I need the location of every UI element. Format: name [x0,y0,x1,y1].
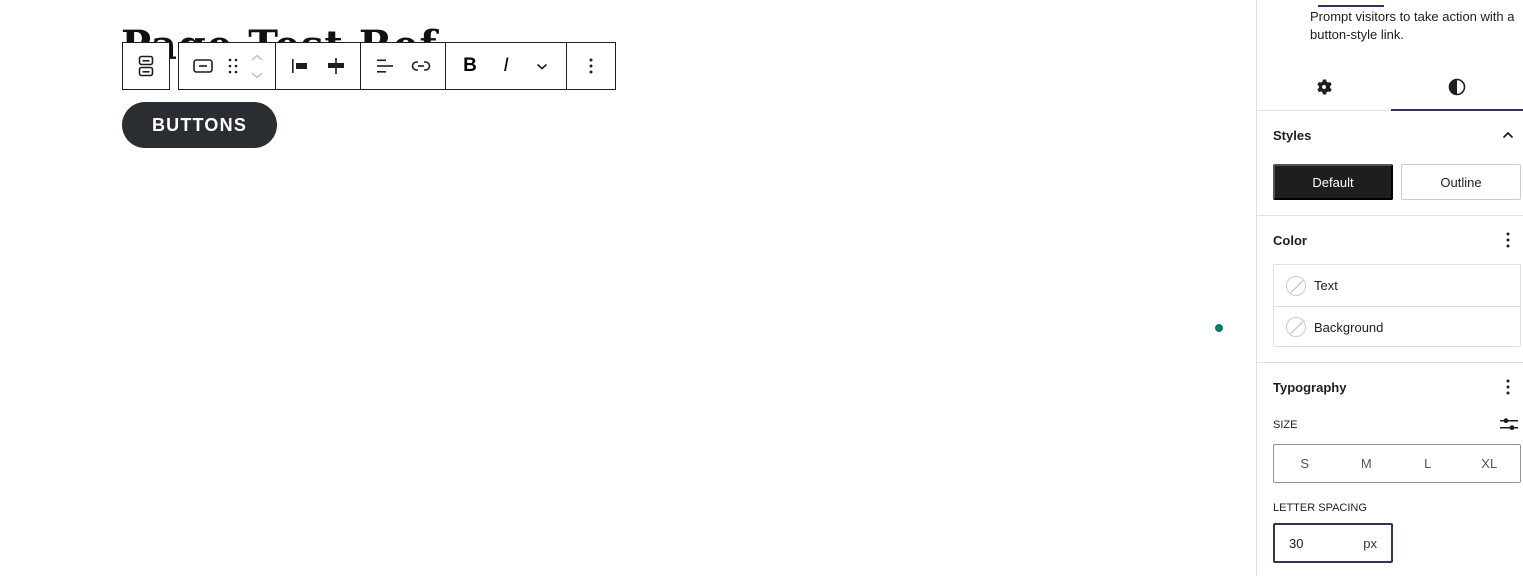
color-panel-title: Color [1273,233,1307,248]
typography-panel: Typography SIZE S M L XL LETTER SPACING … [1257,363,1523,576]
letter-spacing-input[interactable] [1289,535,1364,551]
chevron-down-icon [536,63,548,70]
move-down-button[interactable] [245,67,269,83]
color-item-label: Text [1314,278,1338,293]
styles-panel: Styles Default Outline [1257,111,1523,216]
size-option-xl[interactable]: XL [1459,445,1521,482]
block-description: Prompt visitors to take action with a bu… [1310,9,1515,42]
block-inspector-sidebar: Prompt visitors to take action with a bu… [1256,0,1523,576]
custom-size-toggle[interactable] [1500,416,1518,432]
tab-styles[interactable] [1390,64,1523,111]
block-movers [245,48,269,84]
color-item-label: Background [1314,319,1384,335]
block-options-button[interactable] [573,48,609,84]
move-up-button[interactable] [245,49,269,65]
tab-settings[interactable] [1257,64,1391,110]
inspector-tabs [1257,64,1523,111]
letter-spacing-field: px [1273,523,1393,563]
italic-icon: I [503,55,509,76]
collapse-styles-button[interactable] [1500,127,1516,143]
style-default-button[interactable]: Default [1273,164,1393,200]
settings-sliders-icon [1500,418,1518,431]
justify-left-icon [292,59,307,73]
toolbar-group-options [567,43,615,89]
size-label: SIZE [1273,419,1298,431]
size-option-l[interactable]: L [1397,445,1459,482]
color-list: Text Background [1273,264,1521,347]
button-block-icon [193,59,213,73]
more-vertical-icon [589,58,593,74]
color-item-background[interactable]: Background [1274,306,1520,347]
font-size-picker: S M L XL [1273,444,1521,483]
more-vertical-icon [1506,232,1510,248]
toolbar-group-block [179,43,276,89]
block-toolbar: B I [178,42,616,90]
drag-handle[interactable] [221,48,245,84]
styles-panel-title[interactable]: Styles [1273,128,1311,143]
typography-options-button[interactable] [1500,379,1516,395]
more-rich-text-button[interactable] [524,48,560,84]
italic-button[interactable]: I [488,48,524,84]
color-options-button[interactable] [1500,232,1516,248]
toolbar-group-format [361,43,446,89]
toolbar-group-richtext: B I [446,43,567,89]
empty-swatch-icon [1286,275,1306,296]
color-item-text[interactable]: Text [1274,265,1520,306]
editor-canvas[interactable]: Page Test Ref [0,0,1256,576]
text-align-button[interactable] [367,48,403,84]
empty-swatch-icon [1286,317,1306,337]
chevron-up-icon [1502,131,1514,139]
chevron-down-icon [251,72,263,78]
toolbar-group-justify [276,43,361,89]
justify-center-button[interactable] [318,48,354,84]
status-indicator-dot [1215,324,1223,332]
gear-icon [1317,79,1332,95]
letter-spacing-unit[interactable]: px [1363,536,1377,551]
justify-left-button[interactable] [282,48,318,84]
align-left-icon [377,59,393,73]
justify-center-icon [328,58,344,74]
color-panel: Color Text Background [1257,216,1523,363]
typography-panel-title: Typography [1273,380,1347,395]
more-vertical-icon [1506,379,1510,395]
drag-handle-icon [228,58,238,74]
buttons-block-icon [138,55,154,77]
size-option-s[interactable]: S [1274,445,1336,482]
link-button[interactable] [403,48,439,84]
contrast-icon [1448,78,1466,96]
style-outline-button[interactable]: Outline [1401,164,1521,200]
link-icon [411,61,431,71]
chevron-up-icon [251,54,263,60]
letter-spacing-label: LETTER SPACING [1273,502,1367,514]
size-option-m[interactable]: M [1336,445,1398,482]
select-parent-button[interactable] [122,42,170,90]
bold-icon: B [463,55,477,76]
top-tab-indicator [1318,5,1384,7]
button-block-preview[interactable]: BUTTONS [122,102,277,148]
bold-button[interactable]: B [452,48,488,84]
block-type-button[interactable] [185,48,221,84]
